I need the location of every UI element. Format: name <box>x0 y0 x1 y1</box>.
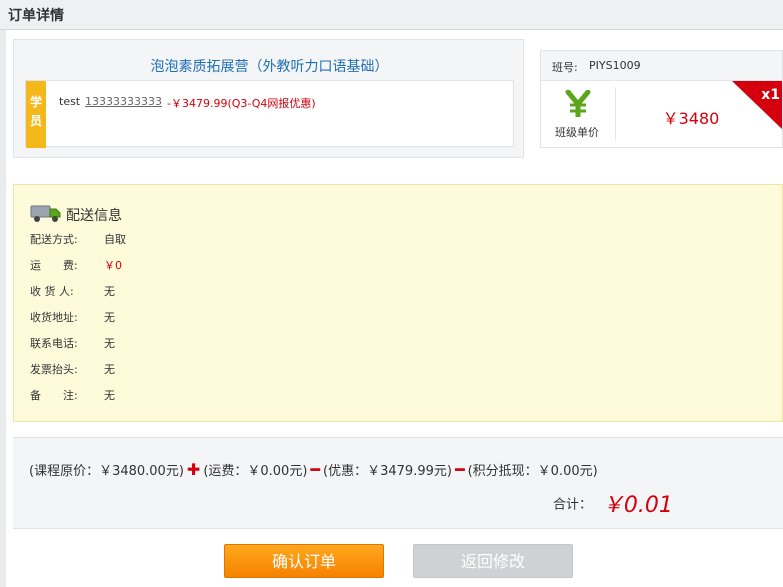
delivery-label: 备 注: <box>30 389 78 402</box>
delivery-label: 联系电话: <box>30 337 78 350</box>
total-row: 合计： ￥0.01 <box>553 487 673 519</box>
course-title: 泡泡素质拓展营（外教听力口语基础） <box>150 59 389 75</box>
delivery-label: 运 费: <box>30 259 78 272</box>
student-discount: -￥3479.99(Q3-Q4网报优惠) <box>167 97 316 110</box>
delivery-value: 自取 <box>104 233 126 246</box>
student-card: 学员 test 13333333333 -￥3479.99(Q3-Q4网报优惠) <box>25 80 514 148</box>
minus-icon: ━ <box>454 460 465 479</box>
delivery-value: 无 <box>104 363 115 376</box>
student-phone[interactable]: 13333333333 <box>85 95 162 108</box>
course-panel: 泡泡素质拓展营（外教听力口语基础） 学员 test 13333333333 -￥… <box>13 39 524 158</box>
delivery-value: ￥0 <box>104 259 122 272</box>
class-panel: 班号: PIYS1009 班级单价 ￥3480 x1 <box>540 50 783 148</box>
delivery-row-recipient: 收 货 人: 无 <box>30 283 530 299</box>
delivery-row-address: 收货地址: 无 <box>30 309 530 325</box>
delivery-title: 配送信息 <box>66 208 122 224</box>
delivery-label: 收 货 人: <box>30 285 74 298</box>
quantity-badge: x1 <box>761 87 780 103</box>
points-deduction: (积分抵现：￥0.00元) <box>467 464 598 479</box>
delivery-panel: 配送信息 配送方式: 自取 运 费: ￥0 收 货 人: 无 收货地址: 无 联… <box>13 184 783 422</box>
delivery-label: 配送方式: <box>30 233 78 246</box>
delivery-row-note: 备 注: 无 <box>30 387 530 403</box>
original-price: (课程原价：￥3480.00元) <box>29 464 184 479</box>
price-breakdown: (课程原价：￥3480.00元) ✚ (运费：￥0.00元) ━ (优惠：￥3479.9… <box>29 460 598 479</box>
back-edit-button[interactable]: 返回修改 <box>413 544 573 578</box>
class-code-label: 班号: <box>552 61 578 74</box>
discount-amount: (优惠：￥3479.99元) <box>323 464 452 479</box>
delivery-row-shipping: 运 费: ￥0 <box>30 257 530 273</box>
delivery-row-method: 配送方式: 自取 <box>30 231 530 247</box>
delivery-label: 收货地址: <box>30 311 78 324</box>
shipping-fee: (运费：￥0.00元) <box>203 464 308 479</box>
left-strip <box>0 30 6 587</box>
student-tag: 学员 <box>26 81 46 148</box>
page-title: 订单详情 <box>8 8 64 24</box>
page-header: 订单详情 <box>0 0 783 30</box>
class-code-value: PIYS1009 <box>589 59 641 72</box>
delivery-label: 发票抬头: <box>30 363 78 376</box>
delivery-value: 无 <box>104 337 115 350</box>
yen-icon <box>565 90 591 117</box>
truck-icon <box>30 205 61 222</box>
delivery-value: 无 <box>104 389 115 402</box>
total-label: 合计： <box>553 497 593 513</box>
class-header: 班号: PIYS1009 <box>541 51 782 81</box>
total-value: ￥0.01 <box>601 493 673 518</box>
delivery-value: 无 <box>104 311 115 324</box>
summary-panel: (课程原价：￥3480.00元) ✚ (运费：￥0.00元) ━ (优惠：￥3479.9… <box>13 437 783 529</box>
unit-price-label: 班级单价 <box>555 126 599 139</box>
plus-icon: ✚ <box>186 460 201 479</box>
delivery-row-invoice: 发票抬头: 无 <box>30 361 530 377</box>
confirm-order-button[interactable]: 确认订单 <box>224 544 384 578</box>
minus-icon: ━ <box>310 460 321 479</box>
delivery-value: 无 <box>104 285 115 298</box>
delivery-row-phone: 联系电话: 无 <box>30 335 530 351</box>
student-name: test <box>59 95 81 108</box>
